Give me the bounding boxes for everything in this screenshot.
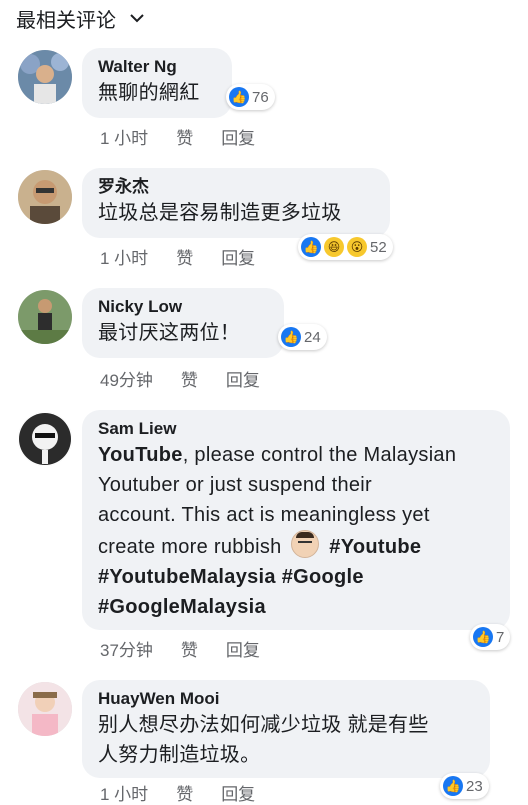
like-button[interactable]: 赞 [176, 124, 193, 149]
comment-actions: 1 小时 赞 回复 [100, 780, 255, 805]
timestamp[interactable]: 37分钟 [100, 636, 153, 661]
reaction-summary[interactable]: 👍 24 [278, 324, 327, 350]
chevron-down-icon[interactable] [130, 10, 144, 26]
comment-text-segment: account. This act is meaningless yet [98, 504, 430, 526]
like-icon: 👍 [229, 87, 249, 107]
like-button[interactable]: 赞 [176, 780, 193, 805]
reaction-summary[interactable]: 👍 23 [440, 773, 489, 799]
like-icon: 👍 [281, 327, 301, 347]
hashtag-link[interactable]: #GoogleMalaysia [98, 596, 266, 618]
reply-button[interactable]: 回复 [226, 636, 260, 661]
comment-bubble: 罗永杰 垃圾总是容易制造更多垃圾 [82, 168, 390, 238]
comment-bubble: Walter Ng 無聊的網紅 [82, 48, 232, 118]
reaction-summary[interactable]: 👍 7 [470, 624, 511, 650]
comment-actions: 1 小时 赞 回复 [100, 124, 255, 149]
reaction-count: 52 [370, 238, 387, 256]
reply-button[interactable]: 回复 [226, 366, 260, 391]
like-icon: 👍 [443, 776, 463, 796]
reply-button[interactable]: 回复 [221, 124, 255, 149]
wow-icon: 😮 [347, 237, 367, 257]
comment-text-segment: , please control the Malaysian [182, 444, 457, 466]
hashtag-link[interactable]: #Youtube [329, 536, 421, 558]
haha-icon: 😆 [324, 237, 344, 257]
like-button[interactable]: 赞 [181, 366, 198, 391]
sort-title: 最相关评论 [16, 9, 116, 32]
avatar[interactable] [18, 290, 72, 344]
comment-text-line: 别人想尽办法如何减少垃圾 就是有些 [98, 714, 429, 736]
reaction-count: 7 [496, 628, 505, 646]
like-icon: 👍 [301, 237, 321, 257]
reaction-summary[interactable]: 👍 😆 😮 52 [298, 234, 393, 260]
reply-button[interactable]: 回复 [221, 780, 255, 805]
comment-bubble: Sam Liew YouTube, please control the Mal… [82, 410, 510, 630]
author-name[interactable]: Sam Liew [98, 418, 494, 440]
comments-sort-header[interactable]: 最相关评论 [16, 4, 144, 32]
hashtag-link[interactable]: #Google [282, 566, 364, 588]
avatar[interactable] [18, 412, 72, 466]
comment-actions: 37分钟 赞 回复 [100, 636, 260, 661]
comment-text-segment: create more rubbish [98, 536, 282, 558]
comment-text-segment: Youtuber or just suspend their [98, 474, 372, 496]
comment-bubble: Nicky Low 最讨厌这两位！ [82, 288, 284, 358]
author-name[interactable]: Walter Ng [98, 56, 216, 78]
author-name[interactable]: HuayWen Mooi [98, 688, 474, 710]
like-button[interactable]: 赞 [181, 636, 198, 661]
comment-text: 别人想尽办法如何减少垃圾 就是有些 人努力制造垃圾。 [98, 710, 474, 770]
hashtag-link[interactable]: #YoutubeMalaysia [98, 566, 276, 588]
facepalm-emoji-icon [291, 530, 320, 558]
comment-text: YouTube, please control the Malaysian Yo… [98, 440, 494, 622]
avatar[interactable] [18, 170, 72, 224]
comment-actions: 1 小时 赞 回复 [100, 244, 255, 269]
reply-button[interactable]: 回复 [221, 244, 255, 269]
youtube-mention-link[interactable]: YouTube [98, 444, 183, 466]
comment-text-line: 人努力制造垃圾。 [98, 744, 261, 766]
avatar[interactable] [18, 682, 72, 736]
timestamp[interactable]: 1 小时 [100, 124, 148, 149]
like-icon: 👍 [473, 627, 493, 647]
comment-actions: 49分钟 赞 回复 [100, 366, 260, 391]
like-button[interactable]: 赞 [176, 244, 193, 269]
reaction-count: 24 [304, 328, 321, 346]
comment-text: 垃圾总是容易制造更多垃圾 [98, 202, 342, 224]
comment-text: 無聊的網紅 [98, 82, 200, 104]
timestamp[interactable]: 49分钟 [100, 366, 153, 391]
author-name[interactable]: Nicky Low [98, 296, 268, 318]
timestamp[interactable]: 1 小时 [100, 244, 148, 269]
reaction-count: 23 [466, 777, 483, 795]
reaction-count: 76 [252, 88, 269, 106]
reaction-summary[interactable]: 👍 76 [226, 84, 275, 110]
comment-text: 最讨厌这两位！ [98, 322, 241, 344]
avatar[interactable] [18, 50, 72, 104]
author-name[interactable]: 罗永杰 [98, 176, 374, 198]
comment-bubble: HuayWen Mooi 别人想尽办法如何减少垃圾 就是有些 人努力制造垃圾。 [82, 680, 490, 778]
timestamp[interactable]: 1 小时 [100, 780, 148, 805]
